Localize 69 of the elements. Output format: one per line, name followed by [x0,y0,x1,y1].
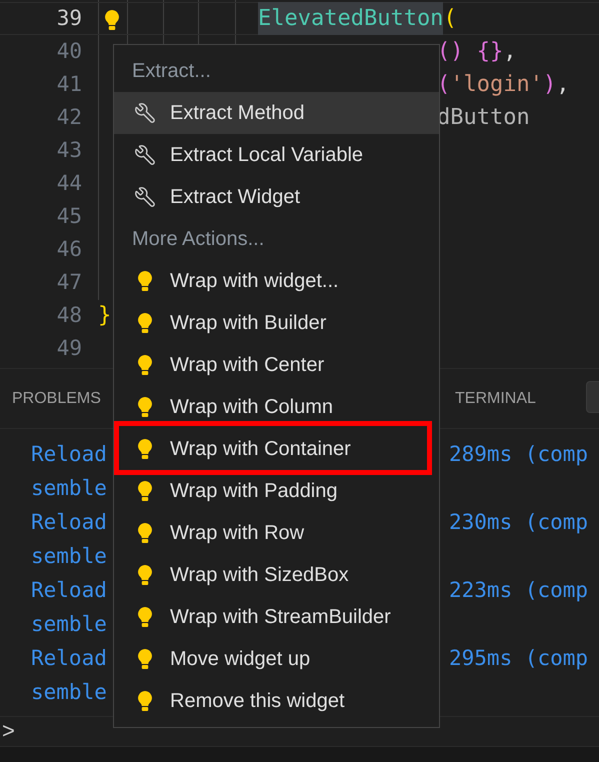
terminal-text: Reload [31,441,107,468]
terminal-text: semble [31,475,107,502]
quick-fix-button[interactable] [102,8,122,32]
line-number: 39 [56,4,82,32]
menu-item[interactable]: Wrap with Container [114,428,439,470]
code-token: ElevatedButton [258,6,444,31]
code-token: ) [542,72,556,97]
menu-item[interactable]: Extract Method [114,92,439,134]
lightbulb-icon [137,648,153,670]
lightbulb-icon [137,564,153,586]
menu-item[interactable]: Remove this widget [114,680,439,722]
terminal-text: Reload [31,577,107,604]
terminal-text: Reload [31,509,107,536]
code-token: , [556,72,570,97]
line-number: 44 [56,170,82,197]
menu-item[interactable]: Wrap with Builder [114,302,439,344]
menu-item[interactable]: Wrap with Row [114,512,439,554]
menu-item[interactable]: Wrap with Column [114,386,439,428]
panel-tab[interactable]: PROBLEMS [12,386,101,410]
line-number: 46 [56,236,82,263]
terminal-text: 230ms (comp [449,509,588,536]
line-number: 43 [56,136,82,164]
terminal-text: semble [31,679,107,706]
lightbulb-icon [137,438,153,460]
panel-tab[interactable]: TERMINAL [455,386,536,410]
lightbulb-icon [137,312,153,334]
lightbulb-icon [137,606,153,628]
menu-item[interactable]: Wrap with SizedBox [114,554,439,596]
line-number: 49 [56,334,82,362]
code-token: ( [437,72,450,97]
menu-item[interactable]: Move widget up [114,638,439,680]
menu-item[interactable]: Extract Local Variable [114,134,439,176]
menu-section-header: Extract... [132,59,211,84]
line-number: 42 [56,104,82,131]
terminal-text: Reload [31,645,107,672]
menu-item[interactable]: Wrap with StreamBuilder [114,596,439,638]
lightbulb-icon [104,9,120,31]
code-token: () [437,39,464,64]
menu-item[interactable]: Wrap with widget... [114,260,439,302]
terminal-text: 289ms (comp [449,441,588,468]
code-token: ( [443,6,457,31]
line-number: 47 [56,268,82,296]
wrench-icon [134,144,156,166]
menu-item[interactable]: Wrap with Padding [114,470,439,512]
lightbulb-icon [137,690,153,712]
lightbulb-icon [137,396,153,418]
line-number: 48 [56,302,82,329]
code-token: dButton [437,105,530,130]
lightbulb-icon [137,522,153,544]
line-number: 40 [56,38,82,65]
menu-item[interactable]: Extract Widget [114,176,439,218]
lightbulb-icon [137,354,153,376]
wrench-icon [134,186,156,208]
wrench-icon [134,102,156,124]
code-token: 'login' [450,72,543,97]
code-token: {} [476,39,504,64]
terminal-prompt: > [1,717,15,745]
code-token: , [503,39,516,64]
code-token: } [98,303,112,328]
terminal-text: semble [31,543,107,570]
line-number: 41 [56,70,82,98]
terminal-text: semble [31,611,107,638]
menu-item[interactable]: Wrap with Center [114,344,439,386]
menu-section-header: More Actions... [132,227,264,252]
terminal-text: 295ms (comp [449,645,588,672]
lightbulb-icon [137,270,153,292]
lightbulb-icon [137,480,153,502]
terminal-text: 223ms (comp [449,577,588,604]
line-number: 45 [56,202,82,230]
